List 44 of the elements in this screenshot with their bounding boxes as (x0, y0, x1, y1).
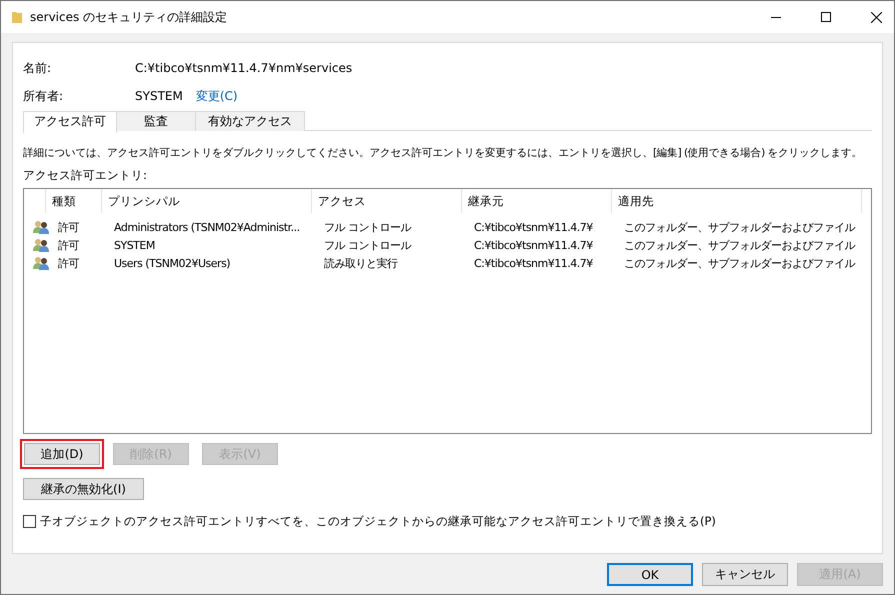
column-header[interactable]: 種類 (46, 189, 102, 213)
column-header[interactable]: 継承元 (462, 189, 612, 213)
dialog-button[interactable]: OK (607, 563, 693, 586)
section-label: アクセス許可エントリ: (23, 168, 148, 183)
disable-inheritance-button[interactable]: 継承の無効化(I) (23, 478, 144, 500)
column-header[interactable]: 適用先 (612, 189, 862, 213)
change-owner-link[interactable]: 変更(C) (196, 88, 238, 104)
users-icon (33, 238, 49, 252)
table-cell: C:¥tibco¥tsnm¥11.4.7¥ (474, 220, 593, 234)
table-cell: Administrators (TSNM02¥Administr... (114, 220, 300, 234)
field-label: 所有者: (23, 88, 64, 104)
table-cell: 許可 (58, 238, 79, 252)
table-cell: 読み取りと実行 (324, 256, 398, 270)
table-cell: フル コントロール (324, 238, 411, 252)
table-cell: 許可 (58, 256, 79, 270)
table-cell: このフォルダー、サブフォルダーおよびファイル (624, 256, 855, 270)
table-cell: C:¥tibco¥tsnm¥11.4.7¥ (474, 238, 593, 252)
column-header[interactable]: アクセス (312, 189, 462, 213)
users-icon (33, 220, 49, 234)
table-cell: Users (TSNM02¥Users) (114, 256, 230, 270)
dialog-button[interactable]: キャンセル (702, 563, 788, 586)
table-cell: フル コントロール (324, 220, 411, 234)
field-value: SYSTEM (135, 89, 183, 103)
checkbox-label: 子オブジェクトのアクセス許可エントリすべてを、このオブジェクトからの継承可能なアクセス許可エントリで置き換える(P) (40, 514, 716, 529)
close-icon[interactable] (871, 12, 882, 22)
table-cell: C:¥tibco¥tsnm¥11.4.7¥ (474, 256, 593, 270)
maximize-icon[interactable] (821, 12, 831, 22)
tab[interactable]: 監査 (116, 111, 196, 131)
field-value: C:¥tibco¥tsnm¥11.4.7¥nm¥services (135, 61, 352, 75)
table-cell: このフォルダー、サブフォルダーおよびファイル (624, 220, 855, 234)
table-cell: 許可 (58, 220, 79, 234)
window-title: services のセキュリティの詳細設定 (30, 8, 228, 26)
minimize-icon[interactable] (771, 16, 781, 18)
table-cell: SYSTEM (114, 238, 155, 252)
entry-button[interactable]: 追加(D) (24, 443, 100, 465)
tab[interactable]: アクセス許可 (23, 111, 117, 133)
column-header[interactable]: プリンシパル (102, 189, 312, 213)
folder-icon (12, 11, 22, 23)
table-cell: このフォルダー、サブフォルダーおよびファイル (624, 238, 855, 252)
tab[interactable]: 有効なアクセス (195, 111, 305, 131)
checkbox[interactable] (23, 515, 36, 528)
description-text: 詳細については、アクセス許可エントリをダブルクリックしてください。アクセス許可エントリを変更するには、エントリを選択し、[編集] (使用できる場合) をクリックします。 (23, 146, 862, 160)
field-label: 名前: (23, 60, 52, 76)
users-icon (33, 256, 49, 270)
